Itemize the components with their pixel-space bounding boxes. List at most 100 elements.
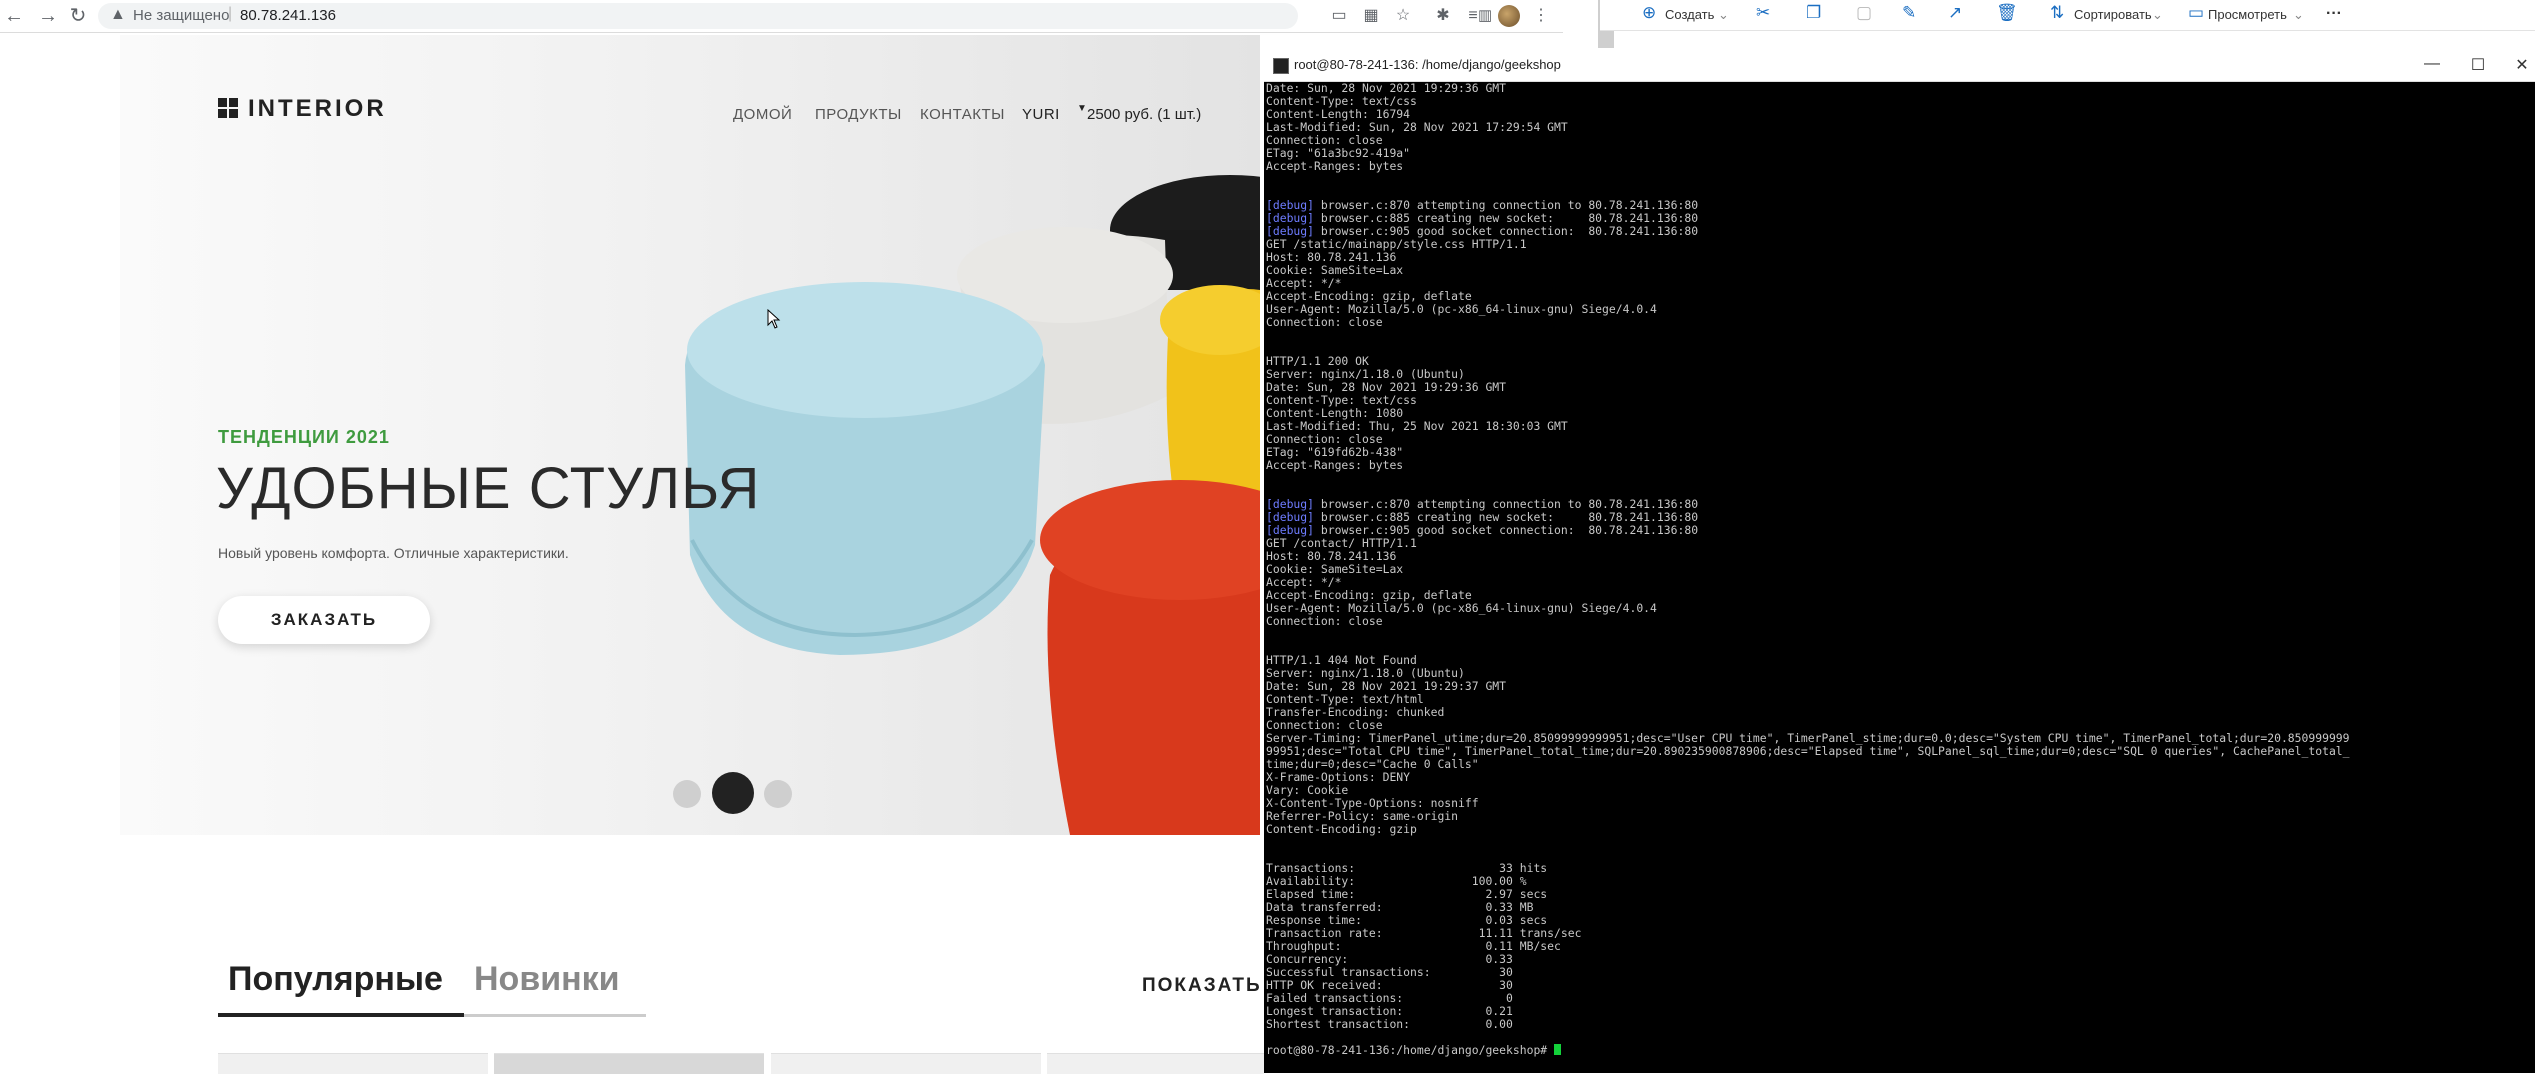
close-icon[interactable]: ✕ [2512, 55, 2532, 75]
terminal-line: Connection: close [1266, 614, 1383, 628]
chevron-down-icon[interactable]: ⌄ [2152, 7, 2163, 23]
screen-cast-icon[interactable]: ▭ [1328, 5, 1350, 27]
terminal-title: root@80-78-241-136: /home/django/geeksho… [1294, 57, 1561, 72]
explorer-toolbar [1600, 0, 2535, 31]
nav-home[interactable]: ДОМОЙ [733, 106, 792, 123]
debug-tag: [debug] [1266, 497, 1315, 511]
create-icon[interactable]: ⊕ [1642, 3, 1656, 23]
view-icon[interactable]: ▭ [2188, 3, 2204, 23]
product-card[interactable] [771, 1053, 1041, 1074]
url-text[interactable]: 80.78.241.136 [240, 7, 336, 24]
minimize-icon[interactable]: — [2422, 55, 2442, 73]
slider-dot[interactable] [673, 780, 701, 808]
terminal-line: GET /static/mainapp/style.css HTTP/1.1 [1266, 237, 1527, 251]
terminal-line: Connection: close [1266, 432, 1383, 446]
terminal-line: [debug] browser.c:905 good socket connec… [1266, 523, 1699, 537]
terminal-line: time;dur=0;desc="Cache 0 Calls" [1266, 757, 1479, 771]
debug-tag: [debug] [1266, 211, 1315, 225]
avatar[interactable] [1498, 5, 1520, 27]
maximize-icon[interactable]: ☐ [2468, 55, 2488, 75]
product-card[interactable] [1047, 1053, 1264, 1074]
terminal-line: Content-Encoding: gzip [1266, 822, 1417, 836]
rename-icon[interactable]: ✎ [1902, 3, 1916, 23]
sort-icon[interactable]: ⇅ [2050, 3, 2064, 23]
cut-icon[interactable]: ✂ [1756, 3, 1770, 23]
star-icon[interactable]: ☆ [1392, 5, 1414, 27]
mouse-cursor-icon [767, 309, 781, 329]
terminal-line: X-Frame-Options: DENY [1266, 770, 1411, 784]
terminal-line: Transfer-Encoding: chunked [1266, 705, 1445, 719]
terminal-output[interactable]: Date: Sun, 28 Nov 2021 19:29:36 GMT Conte… [1266, 82, 2531, 1072]
terminal-line: Host: 80.78.241.136 [1266, 250, 1397, 264]
terminal-line: Connection: close [1266, 133, 1383, 147]
slider-dot[interactable] [764, 780, 792, 808]
sort-button[interactable]: Сортировать [2074, 7, 2152, 22]
extensions-icon[interactable]: ✱ [1432, 5, 1454, 27]
hero-subtitle: Новый уровень комфорта. Отличные характе… [218, 545, 569, 561]
terminal-line: Host: 80.78.241.136 [1266, 549, 1397, 563]
url-separator: | [228, 5, 233, 22]
tab-popular[interactable]: Популярные [228, 960, 443, 999]
terminal-line: Date: Sun, 28 Nov 2021 19:29:37 GMT [1266, 679, 1507, 693]
terminal-line: Accept-Ranges: bytes [1266, 159, 1404, 173]
debug-tag: [debug] [1266, 523, 1315, 537]
view-button[interactable]: Просмотреть [2208, 7, 2287, 22]
caret-down-icon[interactable]: ▼ [1077, 103, 1087, 114]
terminal-line: Referrer-Policy: same-origin [1266, 809, 1459, 823]
nav-contacts[interactable]: КОНТАКТЫ [920, 106, 1005, 123]
tab-new[interactable]: Новинки [474, 960, 620, 999]
slider-dot-active[interactable] [712, 772, 754, 814]
show-all-link[interactable]: ПОКАЗАТЬ [1142, 975, 1262, 997]
translate-icon[interactable]: ▦ [1360, 5, 1382, 27]
nav-products[interactable]: ПРОДУКТЫ [815, 106, 902, 123]
terminal-line: ETag: "619fd62b-438" [1266, 445, 1404, 459]
split-icon[interactable]: ▥ [1478, 5, 1500, 27]
terminal-line: Content-Type: text/css [1266, 94, 1417, 108]
active-tab-indicator [218, 1013, 464, 1017]
delete-icon[interactable]: 🗑 [1996, 3, 2018, 23]
nav-user[interactable]: YURI [1022, 106, 1060, 123]
chevron-down-icon[interactable]: ⌄ [2293, 7, 2304, 23]
terminal-line: Last-Modified: Thu, 25 Nov 2021 18:30:03… [1266, 419, 1568, 433]
security-status[interactable]: Не защищено [133, 7, 229, 24]
share-icon[interactable]: ↗ [1948, 3, 1962, 23]
product-card[interactable] [218, 1053, 488, 1074]
terminal-line: Connection: close [1266, 315, 1383, 329]
back-button[interactable]: ← [2, 4, 26, 28]
terminal-icon [1273, 58, 1289, 74]
logo-icon[interactable] [218, 98, 238, 118]
terminal-line: ETag: "61a3bc92-419a" [1266, 146, 1411, 160]
terminal-cursor [1554, 1044, 1562, 1055]
site-logo[interactable]: INTERIOR [248, 95, 387, 123]
terminal-line: Content-Type: text/css [1266, 393, 1417, 407]
product-card[interactable] [494, 1053, 764, 1074]
terminal-line: Shortest transaction: 0.00 [1266, 1017, 1513, 1031]
terminal-line: Cookie: SameSite=Lax [1266, 263, 1404, 277]
more-options-icon[interactable]: ··· [2326, 5, 2342, 23]
create-button[interactable]: Создать [1665, 7, 1714, 22]
terminal-line: Accept-Ranges: bytes [1266, 458, 1404, 472]
terminal-prompt[interactable]: root@80-78-241-136:/home/django/geekshop… [1266, 1044, 2531, 1057]
warning-icon[interactable]: ▲ [110, 6, 126, 24]
reload-button[interactable]: ↻ [66, 4, 90, 28]
menu-dots-icon[interactable]: ⋮ [1530, 5, 1552, 27]
paste-icon[interactable]: ▢ [1856, 3, 1872, 23]
terminal-line: Last-Modified: Sun, 28 Nov 2021 17:29:54… [1266, 120, 1568, 134]
debug-tag: [debug] [1266, 510, 1315, 524]
copy-icon[interactable]: ❐ [1806, 3, 1821, 23]
debug-tag: [debug] [1266, 224, 1315, 238]
terminal-line: Content-Type: text/html [1266, 692, 1424, 706]
terminal-line: Date: Sun, 28 Nov 2021 19:29:36 GMT [1266, 380, 1507, 394]
forward-button[interactable]: → [36, 4, 60, 28]
terminal-line: User-Agent: Mozilla/5.0 (pc-x86_64-linux… [1266, 302, 1657, 316]
cart-summary[interactable]: 2500 руб. (1 шт.) [1087, 106, 1201, 123]
chevron-down-icon[interactable]: ⌄ [1718, 7, 1729, 23]
order-button[interactable]: ЗАКАЗАТЬ [218, 596, 430, 644]
